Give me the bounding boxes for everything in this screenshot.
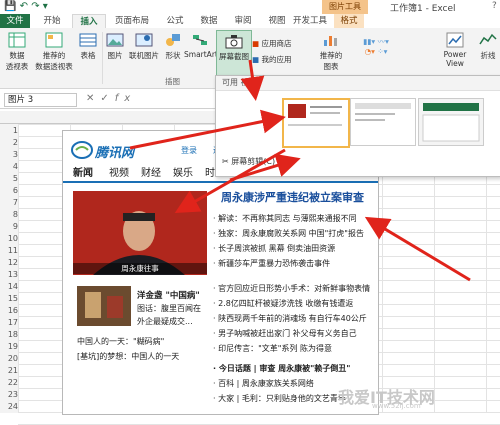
annotation-arrows bbox=[129, 59, 471, 282]
arrow-to-screenshot-button bbox=[240, 59, 265, 101]
arrow-to-article bbox=[364, 216, 471, 282]
arrow-to-thumbnail bbox=[129, 109, 286, 150]
watermark-url: www.52ij.com bbox=[372, 402, 421, 410]
arrow-to-photo bbox=[174, 148, 286, 213]
